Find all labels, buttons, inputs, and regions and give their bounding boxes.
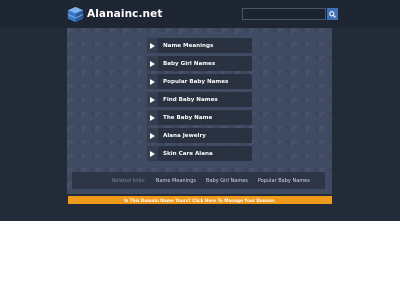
menu-item-label: Baby Girl Names xyxy=(163,60,216,67)
menu-item-the-baby-name[interactable]: The Baby Name xyxy=(147,110,252,125)
site-header: Alanainc.net xyxy=(0,0,400,28)
related-link-popular-baby-names[interactable]: Popular Baby Names xyxy=(258,178,310,184)
menu-item-label: Skin Care Alana xyxy=(163,150,213,157)
stacked-cube-icon xyxy=(67,6,84,22)
domain-promo-bar[interactable]: Is This Domain Name Yours? Click Here To… xyxy=(68,196,332,204)
play-arrow-icon xyxy=(147,74,158,89)
site-name: Alanainc.net xyxy=(87,8,163,20)
search-form xyxy=(242,8,338,20)
menu-item-label: Popular Baby Names xyxy=(163,78,229,85)
menu-item-skin-care-alana[interactable]: Skin Care Alana xyxy=(147,146,252,161)
search-icon xyxy=(329,10,336,18)
menu-item-label: Name Meanings xyxy=(163,42,214,49)
search-button[interactable] xyxy=(327,8,338,20)
search-input[interactable] xyxy=(242,8,326,20)
main-panel: Name Meanings Baby Girl Names Popular Ba… xyxy=(67,28,332,194)
domain-promo-link[interactable]: Is This Domain Name Yours? Click Here To… xyxy=(124,198,276,203)
link-menu: Name Meanings Baby Girl Names Popular Ba… xyxy=(147,38,252,164)
menu-item-popular-baby-names[interactable]: Popular Baby Names xyxy=(147,74,252,89)
play-arrow-icon xyxy=(147,92,158,107)
play-arrow-icon xyxy=(147,110,158,125)
menu-item-baby-girl-names[interactable]: Baby Girl Names xyxy=(147,56,252,71)
play-arrow-icon xyxy=(147,38,158,53)
logo[interactable]: Alanainc.net xyxy=(67,5,162,23)
menu-item-name-meanings[interactable]: Name Meanings xyxy=(147,38,252,53)
related-links-heading: Related links: xyxy=(112,177,146,184)
related-link-name-meanings[interactable]: Name Meanings xyxy=(156,178,196,184)
menu-item-label: Alana Jewelry xyxy=(163,132,206,139)
menu-item-alana-jewelry[interactable]: Alana Jewelry xyxy=(147,128,252,143)
play-arrow-icon xyxy=(147,128,158,143)
menu-item-label: Find Baby Names xyxy=(163,96,218,103)
play-arrow-icon xyxy=(147,56,158,71)
menu-item-find-baby-names[interactable]: Find Baby Names xyxy=(147,92,252,107)
play-arrow-icon xyxy=(147,146,158,161)
related-links-bar: Related links: Name Meanings Baby Girl N… xyxy=(72,172,325,189)
menu-item-label: The Baby Name xyxy=(163,114,213,121)
related-link-baby-girl-names[interactable]: Baby Girl Names xyxy=(206,178,248,184)
